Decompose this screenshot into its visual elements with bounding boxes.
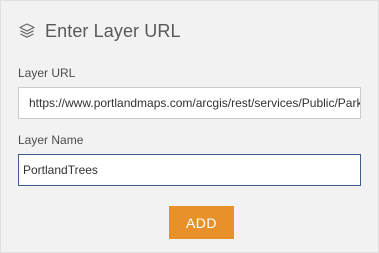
panel-title: Enter Layer URL — [45, 20, 181, 41]
layer-name-input[interactable] — [18, 154, 361, 186]
add-button[interactable]: ADD — [169, 206, 234, 239]
layer-url-label: Layer URL — [18, 66, 76, 80]
layers-icon — [18, 22, 36, 40]
panel-header: Enter Layer URL — [18, 19, 181, 43]
layer-url-input[interactable] — [18, 87, 361, 119]
add-layer-panel: Enter Layer URL Layer URL Layer Name ADD — [0, 0, 379, 253]
layer-name-label: Layer Name — [18, 133, 84, 147]
